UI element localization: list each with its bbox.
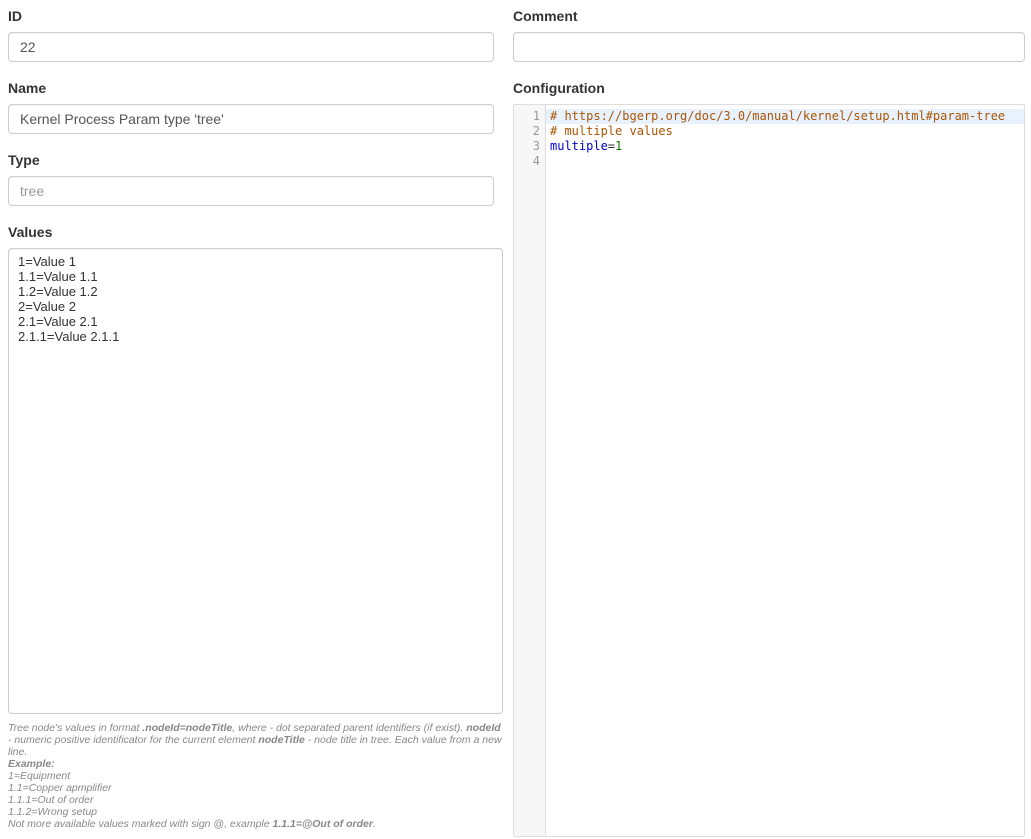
code-line[interactable]: # https://bgerp.org/doc/3.0/manual/kerne… — [546, 109, 1024, 124]
code-line[interactable]: multiple=1 — [546, 139, 1024, 154]
id-input[interactable] — [8, 32, 494, 62]
code-line[interactable] — [546, 154, 1024, 169]
type-label: Type — [8, 152, 503, 168]
type-input[interactable] — [8, 176, 494, 206]
config-code-editor[interactable]: 1234 # https://bgerp.org/doc/3.0/manual/… — [513, 104, 1025, 837]
values-help: Tree node's values in format .nodeId=nod… — [8, 722, 503, 830]
id-label: ID — [8, 8, 503, 24]
help-bold-text: .nodeId=nodeTitle — [142, 722, 232, 734]
token-operator: = — [608, 139, 615, 153]
values-label: Values — [8, 224, 503, 240]
code-line[interactable]: # multiple values — [546, 124, 1024, 139]
param-edit-form: ID Name Type Values 1=Value 1 1.1=Value … — [0, 0, 1031, 837]
line-number: 3 — [517, 139, 540, 154]
configuration-label: Configuration — [513, 80, 1025, 96]
token-comment: # https://bgerp.org/doc/3.0/manual/kerne… — [550, 109, 1005, 123]
name-input[interactable] — [8, 104, 494, 134]
comment-input[interactable] — [513, 32, 1025, 62]
comment-label: Comment — [513, 8, 1025, 24]
editor-line-number-gutter: 1234 — [514, 105, 546, 836]
line-number: 2 — [517, 124, 540, 139]
help-text: , where - dot separated parent identifie… — [232, 722, 466, 734]
help-text: 1=Equipment 1.1=Copper apmplifier 1.1.1=… — [8, 770, 273, 830]
field-group-name: Name — [8, 80, 503, 134]
help-text: Tree node's values in format — [8, 722, 142, 734]
values-textarea[interactable]: 1=Value 1 1.1=Value 1.1 1.2=Value 1.2 2=… — [8, 248, 503, 714]
field-group-values: Values 1=Value 1 1.1=Value 1.1 1.2=Value… — [8, 224, 503, 830]
help-bold-text: 1.1.1=@Out of order — [273, 818, 373, 830]
field-group-comment: Comment — [513, 8, 1025, 62]
help-bold-text: nodeTitle — [258, 734, 304, 746]
name-label: Name — [8, 80, 503, 96]
field-group-configuration: Configuration 1234 # https://bgerp.org/d… — [513, 80, 1025, 837]
line-number: 4 — [517, 154, 540, 169]
field-group-id: ID — [8, 8, 503, 62]
right-column: Comment Configuration 1234 # https://bge… — [513, 8, 1025, 837]
help-bold-text: nodeId — [466, 722, 500, 734]
token-number: 1 — [615, 139, 622, 153]
help-bold-text: Example: — [8, 758, 55, 770]
left-column: ID Name Type Values 1=Value 1 1.1=Value … — [8, 8, 503, 830]
editor-code-area[interactable]: # https://bgerp.org/doc/3.0/manual/kerne… — [546, 105, 1024, 836]
line-number: 1 — [517, 109, 540, 124]
token-key: multiple — [550, 139, 608, 153]
token-comment: # multiple values — [550, 124, 673, 138]
field-group-type: Type — [8, 152, 503, 206]
help-text: . — [373, 818, 376, 830]
